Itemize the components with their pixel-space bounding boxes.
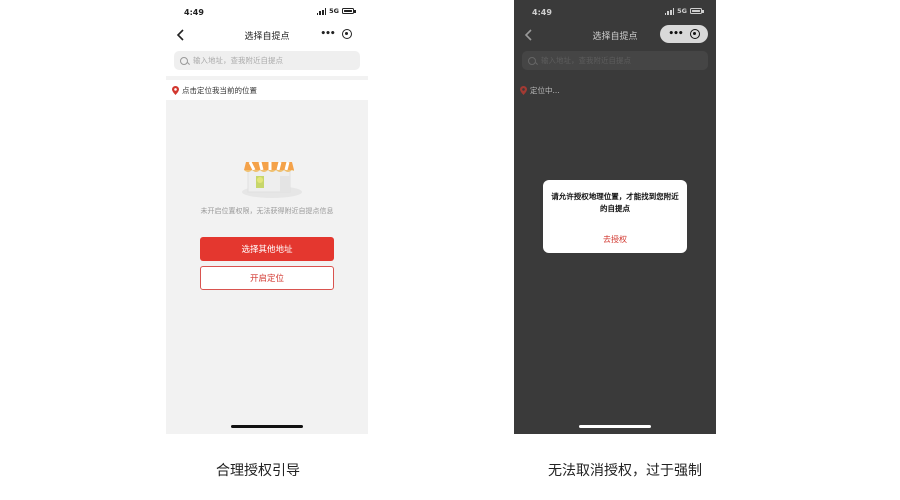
authorize-button[interactable]: 去授权 <box>543 234 687 245</box>
permission-dialog: 请允许授权地理位置，才能找到您附近的自提点 去授权 <box>543 180 687 253</box>
location-pin-icon <box>520 85 527 95</box>
status-bar: 4:49 5G <box>514 0 716 22</box>
search-input[interactable]: 输入地址，查我附近自提点 <box>522 51 708 70</box>
choose-other-address-button[interactable]: 选择其他地址 <box>200 237 334 261</box>
home-indicator <box>579 425 651 428</box>
status-time: 4:49 <box>184 8 204 17</box>
locating-row: 定位中... <box>514 80 716 100</box>
locate-me-row[interactable]: 点击定位我当前的位置 <box>166 80 368 100</box>
locating-status: 定位中... <box>530 85 560 95</box>
location-prompt: 点击定位我当前的位置 <box>182 85 257 95</box>
signal-icon <box>664 7 675 15</box>
network-label: 5G <box>329 7 339 15</box>
search-icon <box>180 56 188 65</box>
network-label: 5G <box>677 7 687 15</box>
signal-icon <box>316 7 327 15</box>
nav-bar: 选择自提点 ••• <box>166 22 368 48</box>
battery-icon <box>690 8 704 14</box>
empty-state-message: 未开启位置权限，无法获得附近自提点信息 <box>200 207 334 215</box>
location-pin-icon <box>172 85 179 95</box>
home-indicator <box>231 425 303 428</box>
miniprogram-capsule[interactable]: ••• <box>312 25 360 43</box>
search-input[interactable]: 输入地址，查我附近自提点 <box>174 51 360 70</box>
close-target-icon[interactable] <box>341 29 352 39</box>
miniprogram-capsule[interactable]: ••• <box>660 25 708 43</box>
search-area: 输入地址，查我附近自提点 <box>514 48 716 76</box>
caption-guided: 合理授权引导 <box>216 463 300 479</box>
search-placeholder: 输入地址，查我附近自提点 <box>541 56 631 65</box>
search-placeholder: 输入地址，查我附近自提点 <box>193 56 283 65</box>
close-target-icon[interactable] <box>689 29 700 39</box>
battery-icon <box>342 8 356 14</box>
nav-bar: 选择自提点 ••• <box>514 22 716 48</box>
comparison-canvas: 4:49 5G 选择自提点 ••• 输入地址，查我附近自提点 点击定位我当前的位… <box>0 0 900 500</box>
enable-location-button[interactable]: 开启定位 <box>200 266 334 290</box>
status-bar: 4:49 5G <box>166 0 368 22</box>
status-time: 4:49 <box>532 8 552 17</box>
more-dots-icon[interactable]: ••• <box>668 29 683 39</box>
store-illustration-icon <box>242 161 302 198</box>
caption-forced: 无法取消授权，过于强制 <box>548 463 702 479</box>
dialog-message: 请允许授权地理位置，才能找到您附近的自提点 <box>551 192 679 213</box>
search-icon <box>528 56 536 65</box>
more-dots-icon[interactable]: ••• <box>320 29 335 39</box>
search-area: 输入地址，查我附近自提点 <box>166 48 368 76</box>
phone-screen-forced: 4:49 5G 选择自提点 ••• 输入地址，查我附近自提点 定位中... 请允… <box>514 0 716 434</box>
phone-screen-guided: 4:49 5G 选择自提点 ••• 输入地址，查我附近自提点 点击定位我当前的位… <box>166 0 368 434</box>
